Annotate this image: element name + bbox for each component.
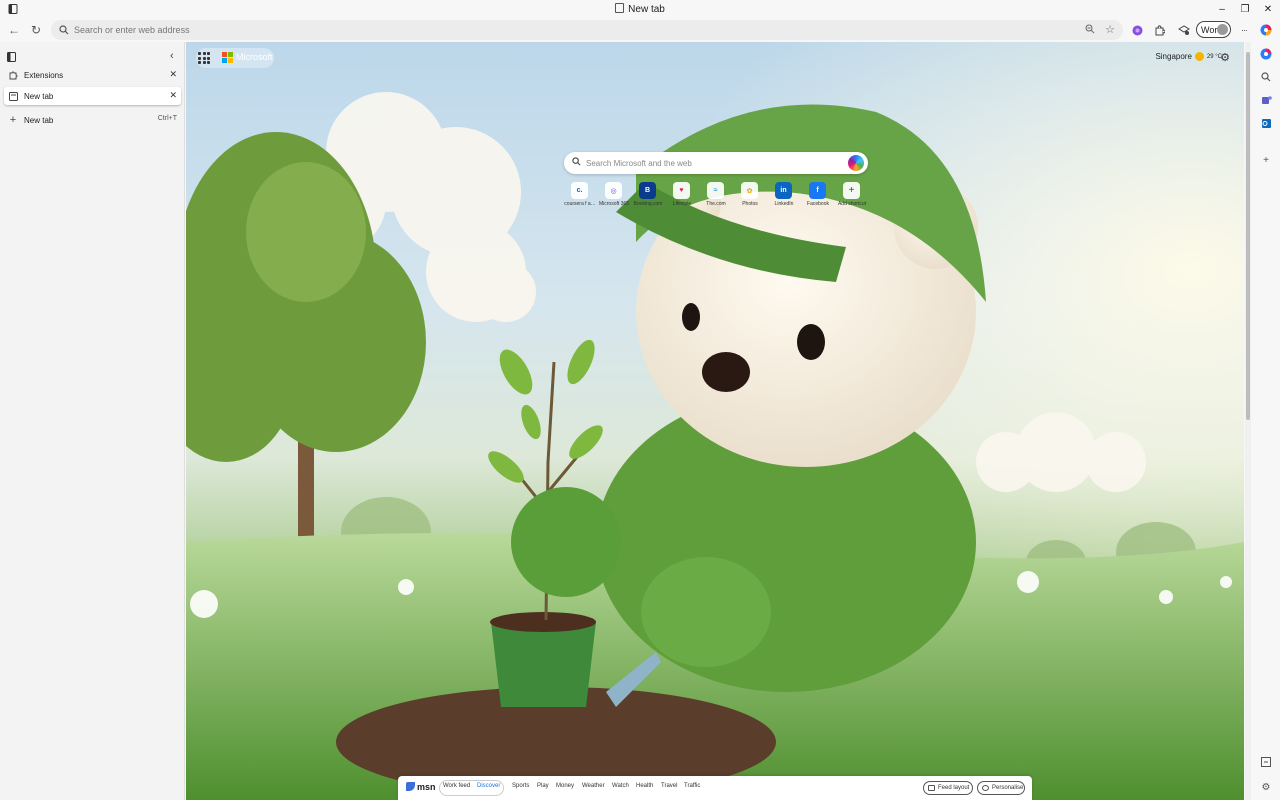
feed-layout-button[interactable]: Feed layout xyxy=(923,781,973,795)
copilot-sidebar-icon[interactable] xyxy=(1258,46,1274,62)
restore-button[interactable]: ❐ xyxy=(1233,0,1257,18)
browser-essentials-icon[interactable] xyxy=(1176,22,1192,38)
quicklink-icon: ♥ xyxy=(673,182,690,199)
vertical-tabs-panel: ‹ Extensions ✕ New tab ✕ + New tab Ctrl+… xyxy=(0,42,185,800)
quicklink-booking[interactable]: B Booking.com xyxy=(632,182,664,210)
tab-money[interactable]: Money xyxy=(556,783,574,789)
quicklink-the[interactable]: ≈ The.com xyxy=(700,182,732,210)
sidebar-settings-gear-icon[interactable]: ⚙ xyxy=(1258,779,1274,795)
tab-travel[interactable]: Travel xyxy=(661,783,677,789)
tab-health[interactable]: Health xyxy=(636,783,653,789)
feed-layout-label: Feed layout xyxy=(938,785,970,791)
tab-weather[interactable]: Weather xyxy=(582,783,605,789)
quicklink-lifestyle[interactable]: ♥ Lifestyle xyxy=(666,182,698,210)
window-title-text: New tab xyxy=(628,4,665,15)
settings-more-button[interactable]: ··· xyxy=(1236,22,1252,38)
tab-new-tab[interactable]: New tab ✕ xyxy=(4,87,181,105)
tab-traffic[interactable]: Traffic xyxy=(684,783,700,789)
layout-icon xyxy=(928,785,935,791)
refresh-button[interactable]: ↻ xyxy=(28,22,44,38)
copilot-icon[interactable] xyxy=(848,155,864,171)
search-icon xyxy=(572,157,581,169)
quicklink-icon: B xyxy=(639,182,656,199)
quicklink-linkedin[interactable]: in LinkedIn xyxy=(768,182,800,210)
quicklink-coursera[interactable]: c. coursera f a… xyxy=(564,182,596,210)
page-icon xyxy=(615,3,625,13)
quick-links: c. coursera f a… ◎ Microsoft 365 B Booki… xyxy=(564,182,870,210)
quicklink-add-shortcut[interactable]: + Add shortcut xyxy=(836,182,868,210)
quicklink-icon: f xyxy=(809,182,826,199)
microsoft-logo-icon xyxy=(222,52,233,63)
msn-logo[interactable]: msn xyxy=(406,782,436,792)
add-sidebar-app-icon[interactable]: + xyxy=(1258,152,1274,168)
edge-sidebar: + ⚙ xyxy=(1252,42,1280,800)
quicklink-icon: c. xyxy=(571,182,588,199)
quicklink-icon: in xyxy=(775,182,792,199)
outlook-icon[interactable] xyxy=(1258,115,1274,131)
tab-play[interactable]: Play xyxy=(537,783,549,789)
weather-city: Singapore xyxy=(1155,52,1192,61)
plus-icon: + xyxy=(9,114,17,126)
address-input[interactable] xyxy=(74,22,1074,38)
new-tab-label: New tab xyxy=(24,115,54,125)
address-bar[interactable]: ☆ xyxy=(51,20,1123,40)
tab-sports[interactable]: Sports xyxy=(512,783,529,789)
microsoft-label: Microsoft xyxy=(236,52,273,62)
weather-widget[interactable]: Singapore 29 °C xyxy=(1155,52,1222,61)
tab-watch[interactable]: Watch xyxy=(612,783,629,789)
puzzle-icon xyxy=(8,70,18,80)
tab-work-feed[interactable]: Work feed xyxy=(443,783,470,789)
personalise-label: Personalise xyxy=(992,785,1024,791)
browser-toolbar: ← ↻ ☆ Work ··· xyxy=(0,18,1280,42)
favorite-star-icon[interactable]: ☆ xyxy=(1105,23,1115,36)
tab-extensions[interactable]: Extensions ✕ xyxy=(4,66,181,84)
quicklink-photos[interactable]: ✿ Photos xyxy=(734,182,766,210)
new-tab-button[interactable]: + New tab Ctrl+T xyxy=(4,111,181,129)
quicklink-icon: ≈ xyxy=(707,182,724,199)
tab-discover[interactable]: Discover xyxy=(477,783,500,789)
personalise-icon xyxy=(982,785,989,791)
hide-sidebar-icon[interactable] xyxy=(1258,754,1274,770)
extension-purple-icon[interactable] xyxy=(1129,22,1145,38)
quicklink-label: Add shortcut xyxy=(837,201,867,207)
search-icon[interactable] xyxy=(1258,69,1274,85)
personalise-button[interactable]: Personalise xyxy=(977,781,1025,795)
close-window-button[interactable]: ✕ xyxy=(1256,0,1280,18)
new-tab-page: Microsoft Singapore 29 °C ⚙ c. coursera … xyxy=(186,42,1244,800)
web-search-box[interactable] xyxy=(564,152,868,174)
collapse-panel-icon[interactable]: ‹ xyxy=(170,50,174,62)
avatar xyxy=(1217,24,1228,35)
search-icon xyxy=(59,25,69,38)
page-scrollbar-thumb[interactable] xyxy=(1246,52,1250,420)
minimize-button[interactable]: – xyxy=(1210,0,1234,18)
msn-feed-bar: msn Work feed Discover Sports Play Money… xyxy=(398,776,1032,800)
sun-icon xyxy=(1194,52,1204,61)
plus-icon: + xyxy=(843,182,860,199)
msn-label: msn xyxy=(417,782,436,792)
web-search-input[interactable] xyxy=(586,155,836,171)
app-launcher-icon[interactable] xyxy=(198,52,210,64)
page-settings-gear-icon[interactable]: ⚙ xyxy=(1220,51,1230,64)
quicklink-icon: ✿ xyxy=(741,182,758,199)
zoom-icon[interactable] xyxy=(1085,24,1095,37)
quicklink-facebook[interactable]: f Facebook xyxy=(802,182,834,210)
quicklink-microsoft-365[interactable]: ◎ Microsoft 365 xyxy=(598,182,630,210)
copilot-icon[interactable] xyxy=(1258,22,1274,38)
title-bar: New tab – ❐ ✕ xyxy=(0,0,1280,18)
tab-label: New tab xyxy=(24,91,54,101)
page-icon xyxy=(8,91,18,101)
close-tab-icon[interactable]: ✕ xyxy=(169,69,177,80)
teams-icon[interactable] xyxy=(1258,92,1274,108)
tab-actions-icon[interactable] xyxy=(7,52,16,65)
extensions-puzzle-icon[interactable] xyxy=(1151,22,1167,38)
close-tab-icon[interactable]: ✕ xyxy=(169,90,177,101)
quicklink-icon: ◎ xyxy=(605,182,622,199)
window-title: New tab xyxy=(0,3,1280,15)
msn-butterfly-icon xyxy=(406,782,415,791)
profile-button[interactable]: Work xyxy=(1196,21,1231,38)
new-tab-shortcut: Ctrl+T xyxy=(157,115,177,122)
tab-label: Extensions xyxy=(24,70,64,80)
back-button[interactable]: ← xyxy=(6,22,22,38)
